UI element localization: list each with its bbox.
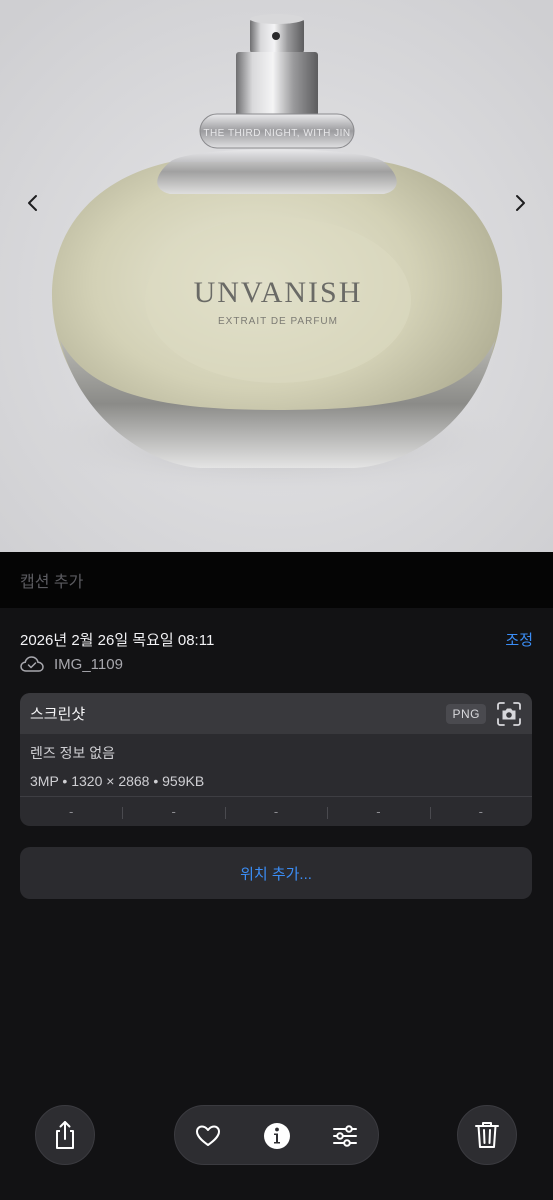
screenshot-camera-icon <box>497 701 521 726</box>
heart-icon <box>196 1125 220 1146</box>
adjust-date-button[interactable]: 조정 <box>505 629 533 650</box>
source-title: 스크린샷 <box>30 706 86 723</box>
exif-exposure: - <box>224 804 327 819</box>
caption-field[interactable]: 캡션 추가 <box>0 552 553 608</box>
chevron-left-icon <box>28 195 37 211</box>
format-badge: PNG <box>446 703 486 724</box>
metadata-card: 스크린샷 PNG 렌즈 정보 없음 3MP • 1320 × 2868 • 95… <box>20 693 532 826</box>
sliders-icon <box>333 1125 357 1147</box>
file-row: IMG_1109 <box>20 654 123 674</box>
center-toolbar <box>174 1105 379 1165</box>
next-photo-button[interactable] <box>507 188 535 218</box>
metadata-card-body: 렌즈 정보 없음 3MP • 1320 × 2868 • 959KB <box>20 734 532 796</box>
add-location-label: 위치 추가... <box>240 865 312 883</box>
caption-placeholder: 캡션 추가 <box>20 574 84 591</box>
image-specs: 3MP • 1320 × 2868 • 959KB <box>30 773 205 789</box>
photo-viewer[interactable]: THE THIRD NIGHT, WITH JIN UNVANISH EXTRA… <box>0 0 553 552</box>
favorite-button[interactable] <box>193 1121 223 1151</box>
lens-info: 렌즈 정보 없음 <box>30 745 116 761</box>
exif-iso: - <box>69 804 74 819</box>
exif-aperture: - <box>327 804 429 819</box>
photo-date: 2026년 2월 26일 목요일 08:11 <box>20 631 215 649</box>
trash-icon <box>475 1122 499 1148</box>
date-row: 2026년 2월 26일 목요일 08:11 조정 <box>20 628 533 650</box>
exif-focal-length: - <box>122 804 224 819</box>
adjust-button[interactable] <box>330 1121 360 1151</box>
previous-photo-button[interactable] <box>20 188 48 218</box>
subtitle-text: EXTRAIT DE PARFUM <box>218 316 338 327</box>
info-icon <box>264 1123 290 1149</box>
exif-row: - - - - - <box>20 796 532 826</box>
share-button[interactable] <box>35 1105 95 1165</box>
file-name: IMG_1109 <box>54 655 123 673</box>
metadata-card-header: 스크린샷 PNG <box>20 693 532 734</box>
add-location-button[interactable]: 위치 추가... <box>20 847 532 899</box>
brand-text: UNVANISH <box>194 276 363 309</box>
share-icon <box>56 1121 74 1149</box>
info-button[interactable] <box>262 1121 292 1151</box>
delete-button[interactable] <box>457 1105 517 1165</box>
ring-text: THE THIRD NIGHT, WITH JIN <box>203 128 350 139</box>
exif-shutter: - <box>429 804 532 819</box>
perfume-bottle-image: THE THIRD NIGHT, WITH JIN UNVANISH EXTRA… <box>0 0 553 552</box>
chevron-right-icon <box>516 195 525 211</box>
icloud-check-icon <box>20 656 44 672</box>
